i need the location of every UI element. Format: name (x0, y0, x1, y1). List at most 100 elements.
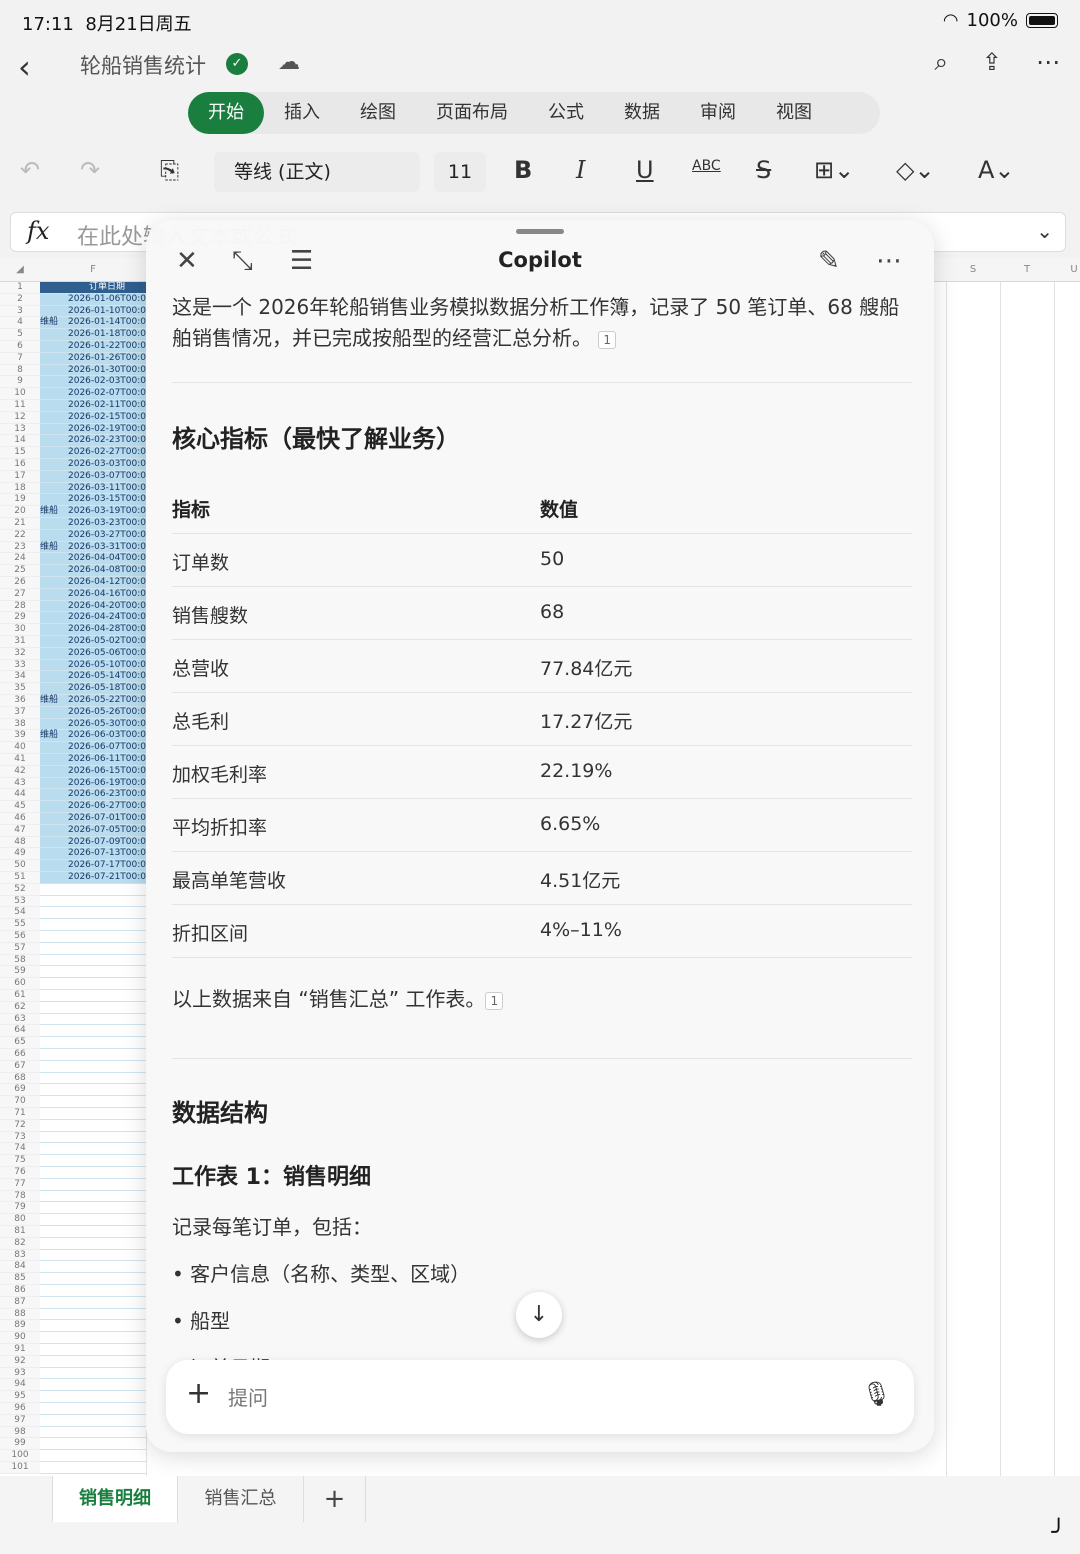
row-number[interactable]: 76 (0, 1167, 40, 1179)
table-row[interactable] (40, 1285, 146, 1297)
tab-home[interactable]: 开始 (188, 92, 264, 134)
table-row[interactable]: 2026-05-26T00:0 (40, 706, 146, 719)
row-number[interactable]: 100 (0, 1450, 40, 1462)
row-number[interactable]: 45 (0, 801, 40, 813)
table-row[interactable]: 2026-06-15T00:0 (40, 765, 146, 778)
table-row[interactable]: 2026-06-19T00:0 (40, 777, 146, 790)
table-row[interactable] (40, 978, 146, 990)
table-row[interactable]: 2026-05-10T00:0 (40, 659, 146, 672)
row-number[interactable]: 10 (0, 388, 40, 400)
row-number[interactable]: 73 (0, 1131, 40, 1144)
row-number[interactable]: 51 (0, 872, 40, 884)
table-row[interactable] (40, 1297, 146, 1309)
add-icon[interactable]: + (186, 1376, 211, 1411)
document-title[interactable]: 轮船销售统计 (80, 50, 206, 80)
table-row[interactable] (40, 943, 146, 955)
row-number[interactable]: 33 (0, 659, 40, 672)
row-number[interactable]: 43 (0, 777, 40, 790)
table-row[interactable] (40, 1061, 146, 1073)
table-row[interactable]: 2026-05-18T00:0 (40, 683, 146, 695)
table-row[interactable]: 2026-03-03T00:0 (40, 459, 146, 471)
sheet-tab-detail[interactable]: 销售明细 (52, 1476, 178, 1522)
table-row[interactable]: 2026-07-09T00:0 (40, 836, 146, 849)
row-number[interactable]: 39 (0, 730, 40, 743)
table-row[interactable] (40, 990, 146, 1002)
tab-review[interactable]: 审阅 (680, 92, 756, 134)
row-number[interactable]: 24 (0, 553, 40, 566)
row-number[interactable]: 26 (0, 577, 40, 589)
row-number[interactable]: 78 (0, 1190, 40, 1203)
sheet-tab-summary[interactable]: 销售汇总 (178, 1476, 304, 1522)
share-icon[interactable]: ⇪ (982, 48, 1002, 76)
ask-input[interactable]: + 提问 🎙 (166, 1360, 914, 1434)
add-sheet-button[interactable]: + (304, 1476, 366, 1522)
table-row[interactable] (40, 1403, 146, 1415)
row-number[interactable]: 53 (0, 895, 40, 908)
table-row[interactable]: 2026-01-26T00:0 (40, 352, 146, 365)
more-icon[interactable]: ⋯ (1036, 48, 1060, 76)
row-number[interactable]: 94 (0, 1379, 40, 1392)
italic-button[interactable]: I (576, 156, 585, 184)
row-number[interactable]: 75 (0, 1155, 40, 1167)
row-number[interactable]: 96 (0, 1403, 40, 1415)
table-row[interactable]: 2026-02-15T00:0 (40, 411, 146, 424)
row-number[interactable]: 1 (0, 282, 40, 294)
row-number[interactable]: 82 (0, 1237, 40, 1250)
redo-icon[interactable]: ↷ (80, 156, 100, 184)
row-number[interactable]: 20 (0, 506, 40, 518)
table-row[interactable]: 2026-04-12T00:0 (40, 577, 146, 589)
microphone-icon[interactable]: 🎙 (862, 1380, 892, 1408)
row-number[interactable]: 80 (0, 1214, 40, 1226)
table-row[interactable] (40, 1273, 146, 1285)
row-number[interactable]: 37 (0, 706, 40, 719)
more-icon[interactable]: ⋯ (876, 246, 902, 276)
table-row[interactable] (40, 907, 146, 920)
table-row[interactable]: 维船 2026-03-31T00:0 (40, 541, 146, 554)
row-number[interactable]: 91 (0, 1344, 40, 1356)
underline-button[interactable]: U (636, 156, 654, 184)
tab-data[interactable]: 数据 (604, 92, 680, 134)
table-row[interactable] (40, 1332, 146, 1344)
table-row[interactable] (40, 966, 146, 979)
table-row[interactable]: 2026-02-03T00:0 (40, 376, 146, 389)
table-row[interactable]: 维船 2026-01-14T00:0 (40, 317, 146, 330)
table-row[interactable] (40, 1250, 146, 1262)
table-row[interactable]: 2026-01-06T00:0 (40, 293, 146, 306)
table-row[interactable]: 2026-04-28T00:0 (40, 624, 146, 636)
table-row[interactable] (40, 919, 146, 931)
table-row[interactable] (40, 1356, 146, 1368)
row-number[interactable]: 83 (0, 1249, 40, 1262)
row-number[interactable]: 22 (0, 529, 40, 542)
row-number[interactable]: 84 (0, 1261, 40, 1274)
table-row[interactable] (40, 1037, 146, 1049)
table-row[interactable]: 2026-06-23T00:0 (40, 789, 146, 802)
row-number[interactable]: 70 (0, 1096, 40, 1108)
table-row[interactable]: 2026-02-19T00:0 (40, 423, 146, 436)
ask-placeholder[interactable]: 提问 (228, 1382, 268, 1411)
row-number[interactable]: 19 (0, 494, 40, 507)
row-number[interactable]: 89 (0, 1320, 40, 1333)
row-number[interactable]: 11 (0, 400, 40, 412)
table-row[interactable] (40, 1084, 146, 1097)
row-number[interactable]: 57 (0, 942, 40, 955)
table-row[interactable]: 2026-01-18T00:0 (40, 329, 146, 341)
citation-badge[interactable]: 1 (485, 991, 504, 1010)
row-number[interactable]: 7 (0, 352, 40, 365)
row-number[interactable]: 69 (0, 1084, 40, 1097)
row-number[interactable]: 56 (0, 931, 40, 943)
row-number[interactable]: 95 (0, 1391, 40, 1403)
table-row[interactable] (40, 1427, 146, 1439)
table-row[interactable] (40, 1143, 146, 1156)
row-number[interactable]: 38 (0, 718, 40, 731)
fill-color-icon[interactable]: ◇⌄ (896, 156, 935, 184)
table-row[interactable] (40, 1120, 146, 1132)
row-number[interactable]: 25 (0, 565, 40, 577)
font-color-icon[interactable]: A⌄ (978, 156, 1015, 184)
table-row[interactable] (40, 1073, 146, 1085)
row-number[interactable]: 41 (0, 754, 40, 766)
row-number[interactable]: 14 (0, 435, 40, 448)
table-row[interactable] (40, 1132, 146, 1144)
table-row[interactable] (40, 1191, 146, 1203)
row-number[interactable]: 31 (0, 636, 40, 648)
row-number[interactable]: 49 (0, 848, 40, 861)
